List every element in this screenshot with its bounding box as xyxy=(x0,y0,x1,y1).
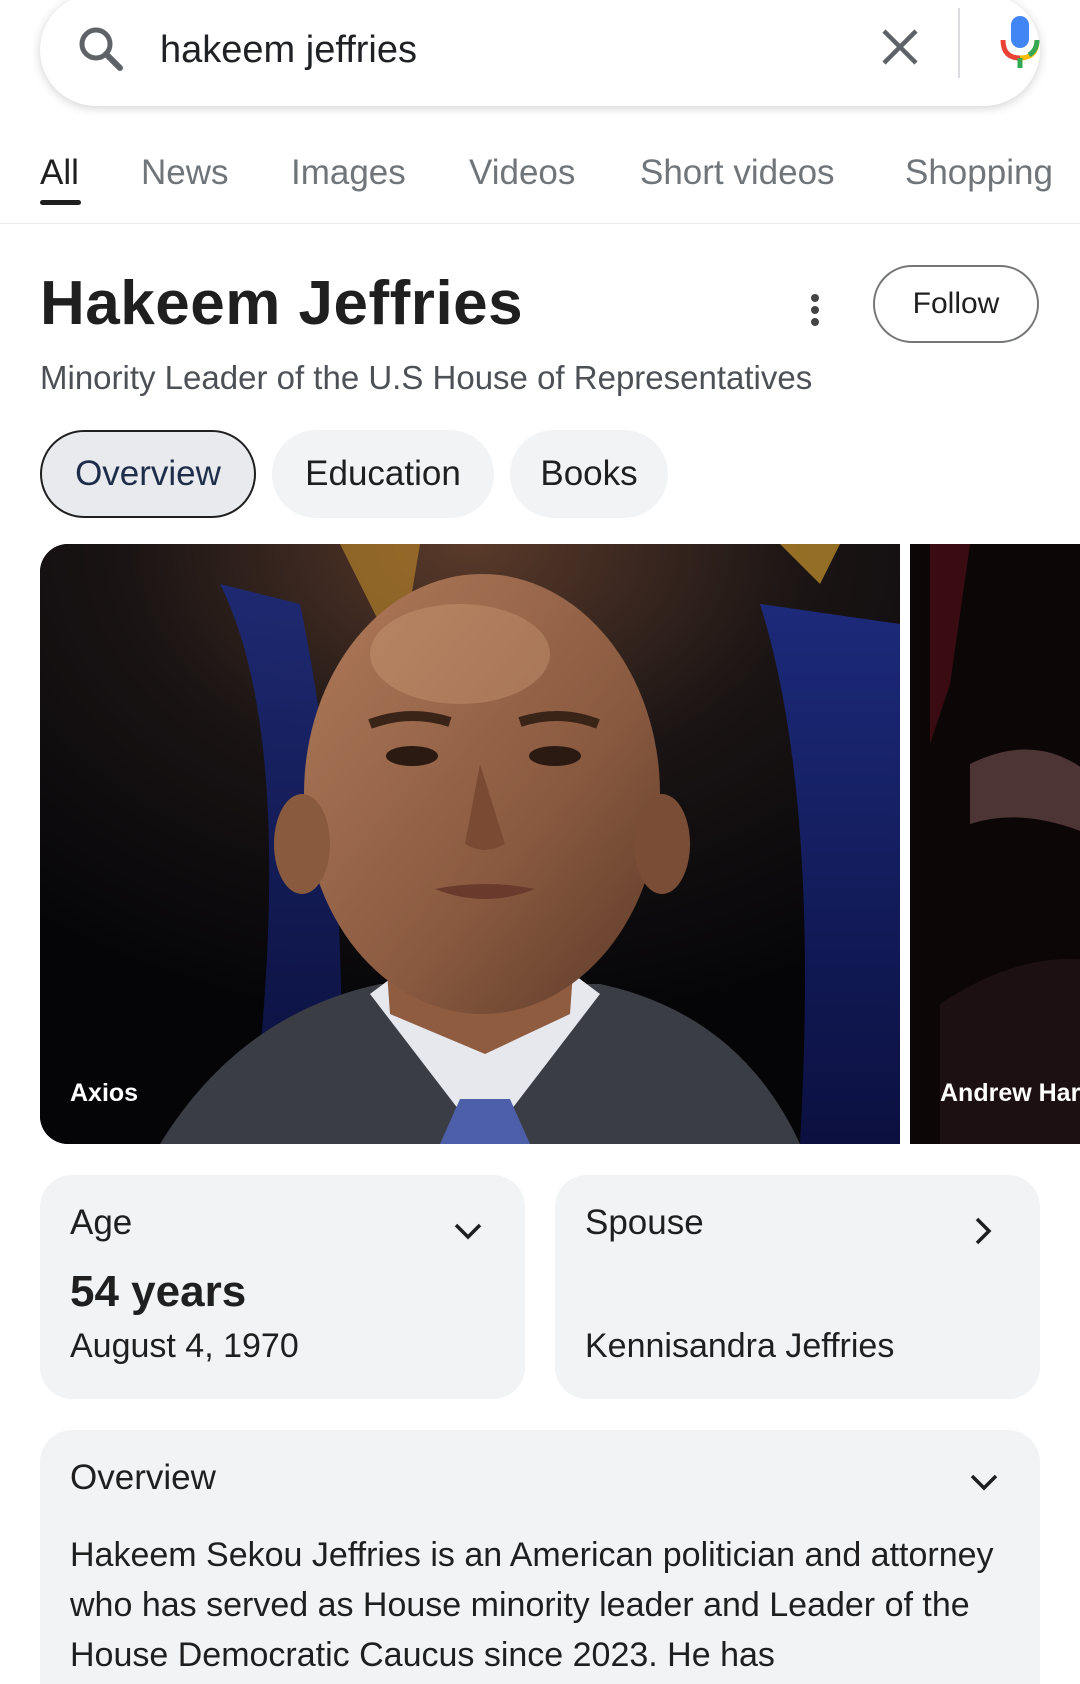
chip-education[interactable]: Education xyxy=(272,430,494,518)
more-options-icon[interactable] xyxy=(800,290,830,330)
search-input[interactable]: hakeem jeffries xyxy=(160,22,417,78)
chevron-down-icon xyxy=(970,1474,998,1491)
birth-date: August 4, 1970 xyxy=(70,1327,299,1365)
spouse-label: Spouse xyxy=(585,1203,704,1242)
age-card[interactable]: Age 54 years August 4, 1970 xyxy=(40,1175,525,1399)
tab-all[interactable]: All xyxy=(40,148,79,198)
image-source-label-secondary: Andrew Harr xyxy=(940,1079,1080,1107)
entity-subtitle: Minority Leader of the U.S House of Repr… xyxy=(40,359,813,396)
mic-icon[interactable] xyxy=(998,14,1042,74)
overview-description: Hakeem Sekou Jeffries is an American pol… xyxy=(70,1536,994,1674)
follow-button[interactable]: Follow xyxy=(873,265,1039,343)
image-source-label: Axios xyxy=(70,1079,139,1107)
tab-short-videos[interactable]: Short videos xyxy=(640,148,835,198)
spouse-value: Kennisandra Jeffries xyxy=(585,1327,895,1365)
spouse-card[interactable]: Spouse Kennisandra Jeffries xyxy=(555,1175,1040,1399)
chevron-down-icon xyxy=(454,1223,482,1240)
search-tabs: All News Images Videos Short videos Shop… xyxy=(0,140,1080,224)
entity-photo-secondary[interactable]: Andrew Harr xyxy=(910,544,1080,1144)
entity-photo[interactable]: Axios xyxy=(40,544,900,1144)
close-icon[interactable] xyxy=(878,25,922,69)
active-tab-indicator xyxy=(40,200,81,205)
secondary-image xyxy=(910,544,1080,1144)
chip-overview-label: Overview xyxy=(75,454,221,493)
search-bar[interactable]: hakeem jeffries xyxy=(40,0,1040,106)
overview-card[interactable]: Overview Hakeem Sekou Jeffries is an Ame… xyxy=(40,1430,1040,1684)
chip-overview[interactable]: Overview xyxy=(40,430,256,518)
entity-title: Hakeem Jeffries xyxy=(40,269,524,338)
chip-books-label: Books xyxy=(540,454,638,493)
chip-books[interactable]: Books xyxy=(510,430,668,518)
age-value: 54 years xyxy=(70,1267,247,1316)
search-results-page: hakeem jeffries All News Images Videos S… xyxy=(0,0,1080,1684)
chevron-right-icon xyxy=(975,1217,992,1245)
search-icon[interactable] xyxy=(76,24,126,74)
chip-education-label: Education xyxy=(305,454,461,493)
tab-videos[interactable]: Videos xyxy=(469,148,575,198)
overview-label: Overview xyxy=(70,1458,216,1497)
tab-images[interactable]: Images xyxy=(291,148,406,198)
tab-news[interactable]: News xyxy=(141,148,229,198)
portrait-image xyxy=(40,544,900,1144)
age-label: Age xyxy=(70,1203,133,1242)
search-bar-divider xyxy=(958,8,960,78)
tab-shopping[interactable]: Shopping xyxy=(905,148,1053,198)
